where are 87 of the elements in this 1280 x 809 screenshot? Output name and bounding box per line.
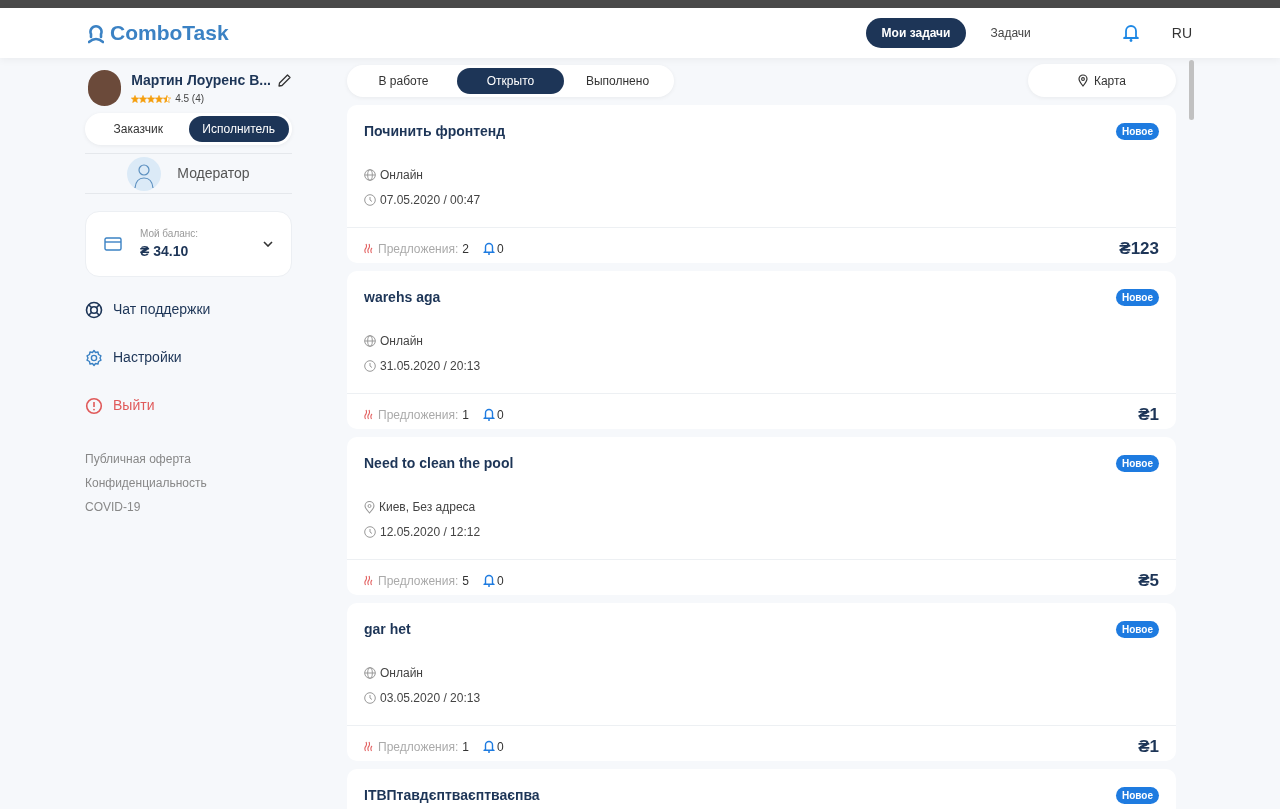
user-avatar-icon	[127, 156, 162, 191]
edit-pencil-icon[interactable]	[277, 73, 292, 88]
credit-card-icon	[104, 237, 122, 251]
notification-count: 0	[496, 240, 504, 258]
offers-icon	[364, 409, 373, 420]
offers-label: Предложения:	[378, 572, 459, 590]
offers-count: 1	[462, 406, 469, 424]
task-price: ₴1	[1138, 735, 1159, 758]
clock-icon	[364, 692, 376, 704]
task-price: ₴5	[1138, 569, 1159, 592]
avatar	[88, 70, 122, 106]
task-date: 12.05.2020 / 12:12	[380, 524, 481, 541]
task-price: ₴1	[1138, 403, 1159, 426]
user-name: Мартин Лоуренс В...	[131, 71, 271, 90]
task-date: 07.05.2020 / 00:47	[380, 192, 481, 209]
clock-icon	[364, 360, 376, 372]
offers-count: 1	[462, 738, 469, 756]
offers-icon	[364, 575, 373, 586]
alert-circle-icon	[85, 396, 103, 415]
bell-icon	[482, 740, 495, 753]
globe-icon	[364, 335, 376, 347]
balance-amount: ₴ 34.10	[140, 242, 190, 261]
settings-icon	[85, 348, 103, 367]
map-button[interactable]: Карта	[1028, 64, 1176, 97]
task-title: Need to clean the pool	[364, 454, 514, 473]
offers-count: 2	[462, 240, 469, 258]
task-card[interactable]: Починить фронтенд Новое Онлайн 07.05.2020 / 00:47 Предложения: 2 0 ₴123	[347, 105, 1176, 263]
task-title: ІТВПтавдєптваєптваєпва	[364, 786, 540, 805]
task-date: 31.05.2020 / 20:13	[380, 358, 481, 375]
balance-card[interactable]: Мой баланс: ₴ 34.10	[85, 211, 292, 277]
task-location: Онлайн	[380, 167, 423, 184]
logo-icon	[88, 22, 104, 44]
task-card[interactable]: warehs aga Новое Онлайн 31.05.2020 / 20:13 Предложения: 1 0 ₴1	[347, 271, 1176, 429]
balance-label: Мой баланс:	[140, 227, 200, 241]
status-tab[interactable]: В работе	[350, 67, 457, 94]
clock-icon	[364, 526, 376, 538]
task-location: Киев, Без адреса	[379, 499, 476, 516]
notification-count: 0	[496, 738, 504, 756]
sidebar-menu-item[interactable]: Выйти	[85, 395, 292, 416]
footer-link[interactable]: Публичная оферта	[85, 450, 292, 468]
rating-text: 4.5 (4)	[175, 92, 205, 106]
task-location: Онлайн	[380, 333, 423, 350]
status-badge: Новое	[1116, 787, 1159, 804]
globe-icon	[364, 667, 376, 679]
task-price: ₴123	[1119, 237, 1159, 260]
offers-count: 5	[462, 572, 469, 590]
offers-label: Предложения:	[378, 240, 459, 258]
offers-icon	[364, 741, 373, 752]
bell-icon	[482, 242, 495, 255]
task-location: Онлайн	[380, 665, 423, 682]
offers-icon	[364, 243, 373, 254]
bell-icon	[482, 408, 495, 421]
sidebar-menu-item[interactable]: Чат поддержки	[85, 299, 292, 320]
logo-text: ComboTask	[110, 20, 229, 47]
status-badge: Новое	[1116, 289, 1159, 306]
status-tab[interactable]: Выполнено	[564, 67, 671, 94]
task-card[interactable]: ІТВПтавдєптваєптваєпва Новое	[347, 769, 1176, 809]
task-card[interactable]: Need to clean the pool Новое Киев, Без адреса 12.05.2020 / 12:12 Предложения: 5 0 ₴5	[347, 437, 1176, 595]
globe-icon	[364, 169, 376, 181]
offers-label: Предложения:	[378, 406, 459, 424]
nav-tab[interactable]: Мои задачи	[865, 18, 967, 48]
status-badge: Новое	[1116, 455, 1159, 472]
language-selector[interactable]: RU	[1171, 22, 1192, 44]
scrollbar-thumb[interactable]	[1189, 60, 1194, 120]
offers-label: Предложения:	[378, 738, 459, 756]
task-title: gar het	[364, 620, 411, 639]
notification-bell-icon[interactable]	[1122, 24, 1139, 42]
task-date: 03.05.2020 / 20:13	[380, 690, 481, 707]
lifebuoy-icon	[85, 300, 103, 319]
sidebar-menu-item[interactable]: Настройки	[85, 347, 292, 368]
role-tab[interactable]: Исполнитель	[188, 116, 289, 142]
nav-tab[interactable]: Задачи	[974, 18, 1047, 48]
map-pin-icon	[364, 500, 375, 514]
status-badge: Новое	[1116, 123, 1159, 140]
status-badge: Новое	[1116, 621, 1159, 638]
task-title: Починить фронтенд	[364, 122, 506, 141]
chevron-down-icon[interactable]	[263, 241, 273, 247]
bell-icon	[482, 574, 495, 587]
task-card[interactable]: gar het Новое Онлайн 03.05.2020 / 20:13 Предложения: 1 0 ₴1	[347, 603, 1176, 761]
notification-count: 0	[496, 572, 504, 590]
moderator-link[interactable]: Модератор	[177, 163, 250, 184]
map-pin-icon	[1077, 74, 1088, 87]
clock-icon	[364, 194, 376, 206]
task-title: warehs aga	[364, 288, 441, 307]
notification-count: 0	[496, 406, 504, 424]
status-tab[interactable]: Открыто	[457, 67, 564, 94]
role-tab[interactable]: Заказчик	[88, 116, 189, 142]
